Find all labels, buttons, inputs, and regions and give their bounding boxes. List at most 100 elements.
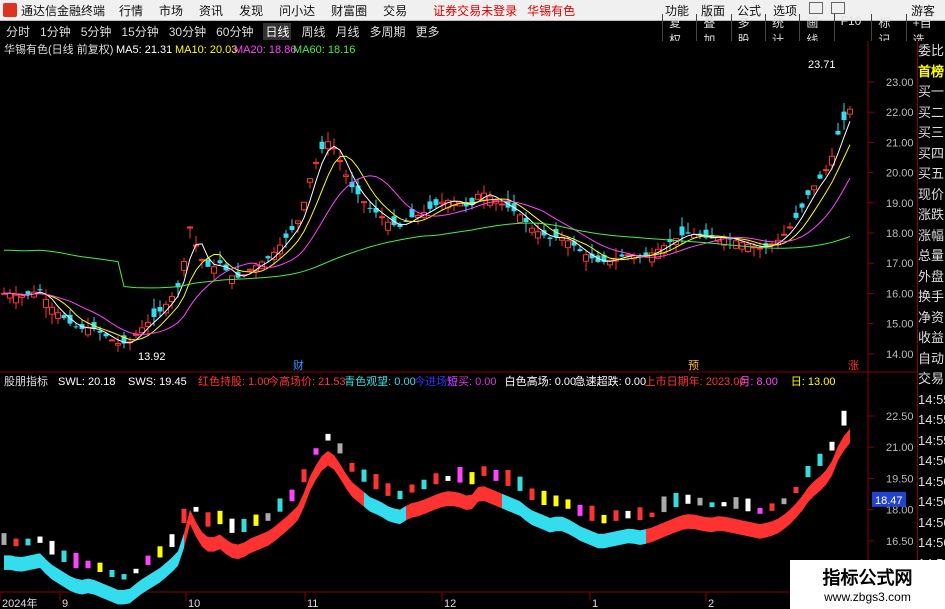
quote-panel-item[interactable]: 换手 — [918, 287, 945, 308]
indicator-bar — [289, 489, 295, 502]
quote-panel-item[interactable]: 买三 — [918, 123, 945, 144]
quote-panel-item[interactable]: 14:56 — [918, 472, 945, 493]
indicator-bar — [493, 469, 499, 481]
indicator-bar — [661, 496, 667, 513]
menu-item-discover[interactable]: 发现 — [239, 2, 263, 19]
indicator-band — [88, 578, 94, 595]
quote-panel-item[interactable]: 收益 — [918, 328, 945, 349]
quote-panel-item[interactable]: 14:55 — [918, 390, 945, 411]
x-axis-label: 2024年 — [2, 596, 37, 609]
menu-item-wealth[interactable]: 财富圈 — [331, 2, 367, 19]
indicator-band — [424, 497, 430, 515]
indicator-band — [466, 494, 472, 511]
quote-panel-item[interactable]: 14:55 — [918, 410, 945, 431]
quote-panel-item[interactable]: 自动 — [918, 349, 945, 370]
indicator-bar — [37, 536, 43, 543]
quote-panel-item[interactable]: 14:56 — [918, 492, 945, 513]
login-notice[interactable]: 证券交易未登录 — [433, 2, 517, 19]
price-tick-label: 23.00 — [886, 77, 914, 89]
quote-panel-item[interactable]: 总量 — [918, 246, 945, 267]
quote-panel-item[interactable]: 买五 — [918, 164, 945, 185]
tab-period[interactable]: 60分钟 — [216, 23, 253, 40]
indicator-band — [610, 531, 616, 548]
indicator-band — [508, 496, 514, 514]
indicator-bar — [313, 448, 319, 455]
indicator-bar — [445, 475, 451, 481]
quote-panel-item[interactable]: 涨跌 — [918, 205, 945, 226]
indicator-bar — [769, 503, 775, 511]
quote-panel-item[interactable]: 买一 — [918, 82, 945, 103]
tab-period[interactable]: 15分钟 — [121, 23, 158, 40]
tab-period-active[interactable]: 日线 — [263, 22, 292, 40]
sub-field: SWS: 19.45 — [128, 376, 187, 388]
candle-body — [781, 233, 787, 236]
indicator-band — [646, 527, 652, 544]
maximize-icon[interactable] — [831, 1, 846, 14]
indicator-band — [592, 531, 598, 549]
indicator-bar — [145, 555, 151, 565]
tab-period[interactable]: 多周期 — [370, 23, 406, 40]
menu-item-market2[interactable]: 市场 — [159, 2, 183, 19]
quote-panel-item[interactable]: 首榜 — [918, 62, 945, 83]
quote-panel-item[interactable]: 14:55 — [918, 431, 945, 452]
indicator-band — [532, 510, 538, 528]
candle-body — [295, 220, 301, 224]
quote-panel-item[interactable]: 净资 — [918, 308, 945, 329]
marker-finance[interactable]: 财 — [293, 358, 304, 372]
candle-body — [847, 108, 853, 115]
candle-body — [301, 201, 307, 211]
indicator-bar — [277, 498, 283, 512]
candle-body — [181, 260, 187, 271]
kline-chart[interactable]: 23.00 22.00 21.00 20.00 19.00 18.00 17.00 16.00… — [0, 41, 917, 609]
watermark: 指标公式网 www.zbgs3.com — [790, 560, 945, 609]
indicator-bar — [433, 473, 439, 485]
menu-item-market[interactable]: 行情 — [119, 2, 143, 19]
indicator-bar — [421, 479, 427, 490]
marker-forecast[interactable]: 预 — [688, 359, 699, 372]
indicator-band — [706, 517, 712, 533]
indicator-bar — [1, 533, 7, 545]
menu-item-ask[interactable]: 问小达 — [279, 2, 315, 19]
tab-period[interactable]: 周线 — [301, 23, 325, 40]
tab-period-more[interactable]: 更多 — [416, 23, 440, 40]
x-axis-label: 2 — [708, 598, 714, 609]
tab-period[interactable]: 1分钟 — [40, 23, 71, 40]
indicator-bar — [517, 476, 523, 491]
indicator-band — [664, 520, 670, 538]
quote-panel-item[interactable]: 14:56 — [918, 533, 945, 554]
x-axis-label: 10 — [188, 598, 200, 609]
indicator-bar — [757, 507, 763, 514]
tab-period[interactable]: 30分钟 — [169, 23, 206, 40]
menu-item-trade[interactable]: 交易 — [383, 2, 407, 19]
menu-item-news[interactable]: 资讯 — [199, 2, 223, 19]
candle-body — [799, 203, 805, 208]
quote-panel-item[interactable]: 涨幅 — [918, 226, 945, 247]
indicator-band — [550, 516, 556, 533]
quote-panel-item[interactable]: 买二 — [918, 103, 945, 124]
sub-field: 月: 8.00 — [739, 376, 778, 388]
indicator-band — [652, 524, 658, 543]
candle-body — [367, 207, 373, 209]
quote-panel-item[interactable]: 外盘 — [918, 267, 945, 288]
quote-panel-item[interactable]: 委比 — [918, 41, 945, 62]
marker-limit-up[interactable]: 涨 — [848, 359, 859, 372]
indicator-band — [496, 491, 502, 509]
indicator-band — [208, 537, 214, 552]
candle-body — [313, 161, 319, 164]
quote-panel-item[interactable]: 14:56 — [918, 451, 945, 472]
quote-panel-item[interactable]: 14:56 — [918, 513, 945, 534]
quote-panel-item[interactable]: 买四 — [918, 144, 945, 165]
quote-panel-item[interactable]: 交易 — [918, 369, 945, 390]
indicator-bar — [349, 462, 355, 472]
tab-period[interactable]: 月线 — [336, 23, 360, 40]
indicator-bar — [601, 514, 607, 524]
quote-panel-item[interactable]: 现价 — [918, 185, 945, 206]
price-tick-label: 18.00 — [886, 228, 914, 240]
ma-legend: MA20: 18.86 — [234, 44, 296, 56]
tab-period[interactable]: 5分钟 — [81, 23, 112, 40]
tab-period[interactable]: 分时 — [6, 23, 30, 40]
minimize-icon[interactable] — [809, 1, 824, 14]
candle-body — [247, 268, 253, 271]
candle-body — [217, 260, 223, 264]
watermark-title: 指标公式网 — [822, 568, 913, 588]
